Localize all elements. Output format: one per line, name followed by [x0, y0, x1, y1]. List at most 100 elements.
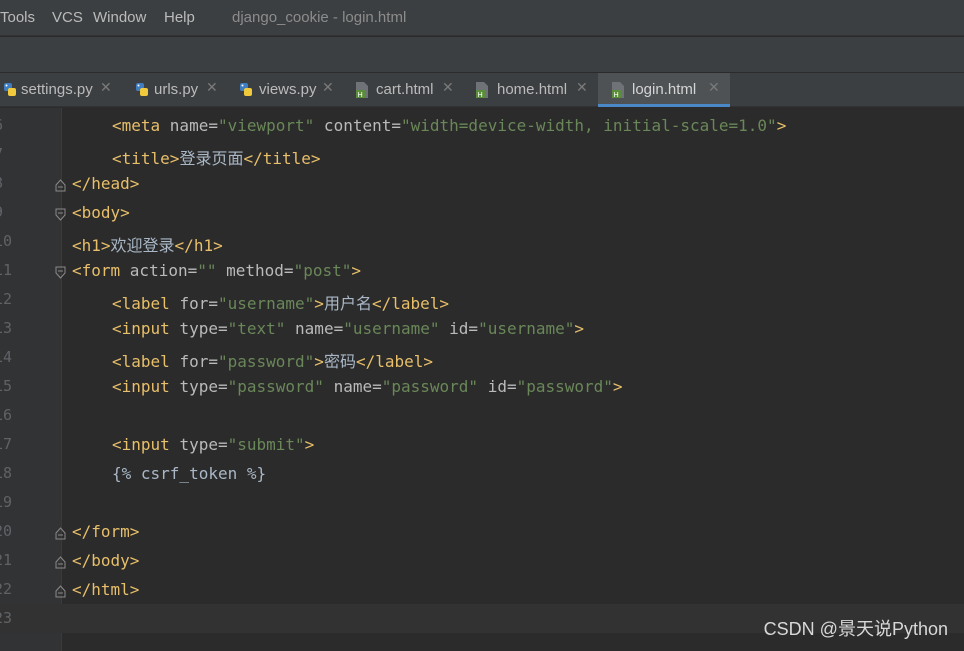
code-line[interactable]: 21 </body>: [0, 546, 964, 575]
code-token: name=: [169, 116, 218, 135]
code-token: type=: [179, 319, 228, 338]
html-file-icon: H: [356, 82, 368, 99]
code-line[interactable]: 18 {% csrf_token %}: [0, 459, 964, 488]
menu-window[interactable]: Window: [93, 9, 146, 26]
fold-end-icon[interactable]: [55, 554, 66, 569]
code-line[interactable]: 20 </form>: [0, 517, 964, 546]
code-token: <input: [112, 435, 180, 454]
tab-label: cart.html: [376, 81, 434, 98]
line-number: 12: [0, 290, 13, 308]
toolbar: [0, 37, 964, 73]
code-text: <input type="submit">: [112, 435, 314, 454]
code-token: name=: [323, 377, 382, 396]
watermark: CSDN @景天说Python: [763, 619, 948, 639]
tab-label: login.html: [632, 81, 697, 98]
code-token: "text": [227, 319, 286, 338]
line-number: 21: [0, 551, 13, 569]
fold-collapse-icon[interactable]: [55, 264, 66, 279]
code-line[interactable]: 10 <h1>欢迎登录</h1>: [0, 227, 964, 256]
python-file-icon: [136, 83, 148, 96]
line-number: 11: [0, 261, 13, 279]
python-file-icon: [4, 83, 16, 96]
menu-tools[interactable]: Tools: [0, 9, 35, 26]
code-token: method=: [216, 261, 294, 280]
tab-cart-html[interactable]: H cart.html ✕: [342, 73, 464, 107]
tab-urls-py[interactable]: urls.py ✕: [122, 73, 226, 107]
fold-end-icon[interactable]: [55, 583, 66, 598]
code-token: </title>: [243, 149, 321, 168]
code-token: 密码: [323, 352, 356, 371]
close-icon[interactable]: ✕: [442, 80, 454, 96]
code-token: id=: [478, 377, 517, 396]
code-token: >: [314, 352, 324, 371]
svg-text:H: H: [478, 91, 483, 99]
menu-bar: Tools VCS Window Help django_cookie - lo…: [0, 0, 964, 36]
code-editor[interactable]: 6<meta name="viewport" content="width=de…: [0, 108, 964, 651]
code-token: >: [314, 294, 324, 313]
code-line[interactable]: 6 <meta name="viewport" content="width=de…: [0, 111, 964, 140]
close-icon[interactable]: ✕: [206, 80, 218, 96]
code-text: {% csrf_token %}: [112, 464, 266, 483]
tab-settings-py[interactable]: settings.py ✕: [0, 73, 122, 107]
code-text: <h1>欢迎登录</h1>: [72, 232, 223, 256]
menu-vcs[interactable]: VCS: [52, 9, 83, 26]
svg-text:H: H: [358, 91, 363, 99]
code-token: for=: [179, 294, 218, 313]
svg-text:H: H: [614, 91, 619, 99]
code-text: <form action="" method="post">: [72, 261, 361, 280]
tab-views-py[interactable]: views.py ✕: [226, 73, 342, 107]
code-token: "password": [227, 377, 324, 396]
close-icon[interactable]: ✕: [322, 80, 334, 96]
code-token: </body>: [72, 551, 140, 570]
close-icon[interactable]: ✕: [708, 80, 720, 96]
fold-end-icon[interactable]: [55, 525, 66, 540]
active-tab-indicator: [598, 104, 730, 107]
code-text: <label for="password">密码</label>: [112, 348, 433, 372]
code-token: "": [197, 261, 217, 280]
line-number: 13: [0, 319, 13, 337]
code-token: <label: [112, 294, 180, 313]
code-token: action=: [129, 261, 198, 280]
code-line[interactable]: 19: [0, 488, 964, 517]
code-text: <title>登录页面</title>: [112, 145, 321, 169]
tab-login-html[interactable]: H login.html ✕: [598, 73, 730, 107]
code-line[interactable]: 9 <body>: [0, 198, 964, 227]
code-line[interactable]: 17 <input type="submit">: [0, 430, 964, 459]
line-number: 16: [0, 406, 13, 424]
code-token: <title>: [112, 149, 180, 168]
fold-collapse-icon[interactable]: [55, 206, 66, 221]
code-token: 用户名: [323, 294, 372, 313]
code-token: >: [776, 116, 787, 135]
code-text: </head>: [72, 174, 139, 193]
code-token: <body>: [72, 203, 130, 222]
code-token: for=: [179, 352, 218, 371]
python-file-icon: [240, 83, 252, 96]
code-line[interactable]: 22 </html>: [0, 575, 964, 604]
code-token: <form: [72, 261, 130, 280]
code-line[interactable]: 14 <label for="password">密码</label>: [0, 343, 964, 372]
code-token: >: [304, 435, 315, 454]
code-token: "username": [478, 319, 575, 338]
code-line[interactable]: 13<input type="text" name="username" id=…: [0, 314, 964, 343]
code-line[interactable]: 8 </head>: [0, 169, 964, 198]
line-number: 23: [0, 609, 13, 627]
code-line[interactable]: 12 <label for="username">用户名</label>: [0, 285, 964, 314]
code-line[interactable]: 16: [0, 401, 964, 430]
code-token: "width=device-width, initial-scale=1.0": [401, 116, 777, 135]
close-icon[interactable]: ✕: [576, 80, 588, 96]
code-line[interactable]: 15<input type="password" name="password"…: [0, 372, 964, 401]
code-token: 欢迎登录: [110, 236, 175, 255]
line-number: 6: [0, 116, 3, 134]
line-number: 8: [0, 174, 3, 192]
code-line[interactable]: 11 <form action="" method="post">: [0, 256, 964, 285]
menu-help[interactable]: Help: [164, 9, 195, 26]
tab-home-html[interactable]: H home.html ✕: [464, 73, 598, 107]
close-icon[interactable]: ✕: [100, 80, 112, 96]
fold-end-icon[interactable]: [55, 177, 66, 192]
code-token: </form>: [72, 522, 140, 541]
code-token: type=: [179, 377, 228, 396]
code-token: type=: [179, 435, 228, 454]
code-token: "password": [516, 377, 613, 396]
code-line[interactable]: 7 <title>登录页面</title>: [0, 140, 964, 169]
html-file-icon: H: [612, 82, 624, 99]
